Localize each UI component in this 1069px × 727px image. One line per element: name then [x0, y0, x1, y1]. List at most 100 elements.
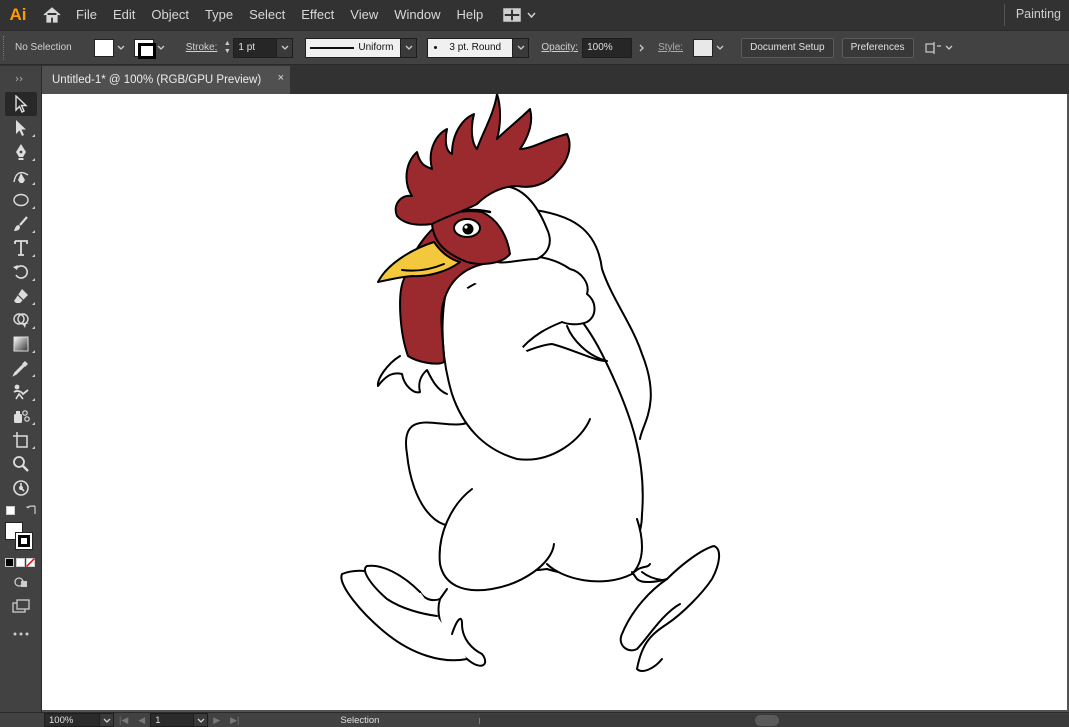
- puppet-warp-tool[interactable]: [5, 380, 37, 404]
- pen-tool-icon: [15, 144, 26, 160]
- fill-dropdown[interactable]: [114, 39, 128, 57]
- chevron-down-icon: [405, 45, 413, 50]
- selection-tool-icon: [14, 95, 28, 113]
- next-artboard-icon[interactable]: ▶: [213, 715, 220, 726]
- variable-width-profile[interactable]: Uniform: [305, 37, 402, 58]
- arrange-documents-button[interactable]: [503, 8, 536, 22]
- profile-label: Uniform: [358, 42, 394, 53]
- menu-help[interactable]: Help: [448, 0, 491, 30]
- menu-type[interactable]: Type: [197, 0, 241, 30]
- horizontal-scrollbar[interactable]: [480, 714, 1069, 727]
- type-tool[interactable]: [5, 236, 37, 260]
- previous-artboard-icon[interactable]: ◀: [138, 715, 145, 726]
- workspace-switcher[interactable]: Painting: [1016, 0, 1061, 28]
- profile-dropdown[interactable]: [401, 37, 418, 58]
- color-mode-icon[interactable]: [5, 558, 14, 567]
- document-tab-bar: Untitled-1* @ 100% (RGB/GPU Preview) ×: [42, 66, 1069, 94]
- pen-tool[interactable]: [5, 140, 37, 164]
- swap-colors-icon[interactable]: [26, 504, 38, 516]
- menu-select[interactable]: Select: [241, 0, 293, 30]
- style-dropdown[interactable]: [713, 39, 727, 57]
- artboard-dropdown[interactable]: [194, 713, 209, 727]
- none-mode-icon[interactable]: [26, 558, 35, 567]
- style-swatch[interactable]: [693, 38, 714, 57]
- menu-window[interactable]: Window: [386, 0, 448, 30]
- default-colors-icon[interactable]: [6, 506, 15, 515]
- paintbrush-tool[interactable]: [5, 212, 37, 236]
- artboard-number-field[interactable]: 1: [150, 713, 195, 727]
- shape-builder-tool[interactable]: [5, 308, 37, 332]
- eyedropper-tool[interactable]: [5, 356, 37, 380]
- tool-group-indicator: [31, 278, 35, 281]
- ellipse-tool[interactable]: [5, 188, 37, 212]
- artboard-tool[interactable]: [5, 428, 37, 452]
- style-label[interactable]: Style:: [658, 42, 683, 53]
- stroke-label[interactable]: Stroke:: [186, 42, 218, 53]
- curvature-tool[interactable]: [5, 164, 37, 188]
- direct-selection-tool[interactable]: [5, 116, 37, 140]
- opacity-arrow[interactable]: [634, 39, 648, 57]
- gradient-mode-icon[interactable]: [16, 558, 25, 567]
- stroke-swatch[interactable]: [133, 38, 156, 59]
- zoom-level-field[interactable]: 100%: [44, 713, 100, 727]
- zoom-tool[interactable]: [5, 452, 37, 476]
- screen-mode-icon: [11, 599, 30, 613]
- eraser-tool[interactable]: [5, 284, 37, 308]
- zoom-dropdown[interactable]: [100, 713, 114, 727]
- hand-tool-icon: [12, 480, 29, 496]
- chevron-right-icon: [639, 44, 644, 51]
- document-tab[interactable]: Untitled-1* @ 100% (RGB/GPU Preview) ×: [42, 66, 290, 94]
- draw-mode-button[interactable]: [5, 570, 37, 594]
- profile-line-icon: [310, 46, 355, 49]
- selection-tool[interactable]: [4, 92, 37, 116]
- menu-file[interactable]: File: [68, 0, 105, 30]
- scrollbar-thumb[interactable]: [755, 715, 779, 726]
- symbol-sprayer-tool[interactable]: [5, 404, 37, 428]
- tools-panel-header[interactable]: [0, 66, 41, 92]
- symbol-sprayer-tool-icon: [13, 410, 30, 423]
- chevron-down-icon: [527, 12, 536, 18]
- chevron-down-icon: [157, 45, 165, 50]
- panel-grip[interactable]: [3, 35, 9, 60]
- fill-swatch[interactable]: [93, 38, 114, 57]
- chevron-down-icon: [197, 718, 205, 723]
- menu-object[interactable]: Object: [143, 0, 197, 30]
- stroke-weight-dropdown[interactable]: [277, 37, 294, 58]
- close-icon[interactable]: ×: [278, 72, 284, 84]
- change-screen-mode-button[interactable]: [5, 594, 37, 618]
- opacity-input[interactable]: 100%: [582, 37, 633, 58]
- menu-bar: Ai File Edit Object Type Select Effect V…: [0, 0, 1069, 30]
- stroke-weight-input[interactable]: 1 pt: [233, 37, 278, 58]
- hand-tool[interactable]: [5, 476, 37, 500]
- ellipse-tool-icon: [12, 193, 29, 207]
- brush-definition[interactable]: 3 pt. Round: [427, 37, 514, 58]
- document-setup-button[interactable]: Document Setup: [741, 37, 834, 58]
- stroke-dropdown[interactable]: [154, 39, 168, 57]
- last-artboard-icon[interactable]: ▶|: [230, 715, 239, 726]
- artboard[interactable]: [42, 94, 1067, 710]
- first-artboard-icon[interactable]: |◀: [119, 715, 128, 726]
- canvas-area[interactable]: [42, 94, 1069, 712]
- color-controls: [0, 500, 41, 570]
- tools-panel: [0, 66, 42, 712]
- home-icon[interactable]: [36, 0, 68, 30]
- stroke-color-swatch[interactable]: [15, 532, 33, 550]
- app-logo: Ai: [9, 5, 27, 24]
- eyedropper-tool-icon: [11, 361, 28, 377]
- stroke-weight-stepper[interactable]: ▲ ▼: [221, 38, 233, 58]
- tool-group-indicator: [31, 230, 35, 233]
- menu-edit[interactable]: Edit: [105, 0, 143, 30]
- preferences-button[interactable]: Preferences: [841, 37, 914, 58]
- gradient-tool[interactable]: [5, 332, 37, 356]
- rotate-tool[interactable]: [5, 260, 37, 284]
- arrange-button[interactable]: [924, 40, 953, 56]
- shape-builder-tool-icon: [12, 313, 29, 328]
- arrange-documents-icon: [503, 8, 521, 22]
- opacity-label[interactable]: Opacity:: [541, 42, 578, 53]
- rooster-artwork[interactable]: [42, 94, 1067, 710]
- edit-toolbar-button[interactable]: [5, 622, 37, 646]
- menu-view[interactable]: View: [342, 0, 386, 30]
- brush-dropdown[interactable]: [513, 37, 530, 58]
- zoom-tool-icon: [12, 456, 29, 472]
- menu-effect[interactable]: Effect: [293, 0, 342, 30]
